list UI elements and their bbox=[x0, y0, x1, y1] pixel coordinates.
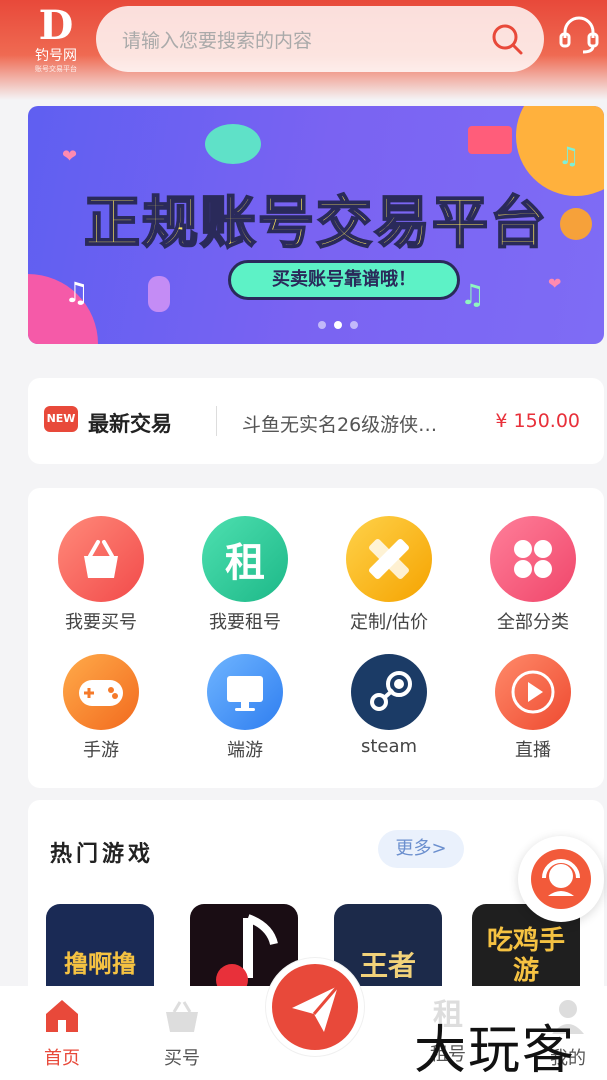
category-label: steam bbox=[360, 736, 418, 757]
svg-text:❤: ❤ bbox=[548, 274, 561, 293]
steam-icon bbox=[370, 671, 412, 711]
latest-trade-item[interactable]: 斗鱼无实名26级游侠… bbox=[242, 410, 472, 437]
latest-trade-price: ¥ 150.00 bbox=[495, 410, 580, 432]
category-live[interactable]: 直播 bbox=[468, 654, 598, 762]
category-label: 手游 bbox=[83, 740, 119, 761]
category-label: 我要买号 bbox=[65, 612, 137, 633]
watermark-text: 大玩客 bbox=[414, 1021, 577, 1080]
floating-support-button[interactable] bbox=[518, 836, 604, 922]
app-logo[interactable]: D 钓号网 账号交易平台 bbox=[26, 6, 86, 78]
category-grid: 我要买号 租 我要租号 定制/估价 全部分类 手游 端游 steam 直播 bbox=[28, 488, 604, 788]
home-icon bbox=[46, 1000, 78, 1032]
logo-subtitle: 账号交易平台 bbox=[35, 65, 77, 73]
category-custom-valuation[interactable]: 定制/估价 bbox=[324, 516, 454, 634]
search-icon[interactable] bbox=[490, 22, 524, 56]
category-icon-wrap bbox=[346, 516, 432, 602]
basket-icon bbox=[166, 1001, 198, 1032]
category-icon-wrap bbox=[58, 516, 144, 602]
category-steam[interactable]: steam bbox=[324, 654, 454, 757]
banner-dot[interactable] bbox=[318, 321, 326, 329]
nav-buy[interactable]: 买号 bbox=[142, 996, 222, 1070]
header-bar: D 钓号网 账号交易平台 请输入您要搜索的内容 bbox=[0, 0, 607, 100]
banner-pill: 买卖账号靠谱哦！ bbox=[228, 260, 460, 300]
category-label: 全部分类 bbox=[497, 612, 569, 633]
category-all[interactable]: 全部分类 bbox=[468, 516, 598, 634]
hot-games-title: 热门游戏 bbox=[50, 842, 155, 867]
category-mobile-games[interactable]: 手游 bbox=[36, 654, 166, 762]
category-rent-account[interactable]: 租 我要租号 bbox=[180, 516, 310, 634]
banner-dot-active[interactable] bbox=[334, 321, 342, 329]
game-title: 吃鸡手游 bbox=[486, 926, 565, 986]
rent-icon: 租 bbox=[225, 540, 265, 586]
more-button[interactable]: 更多> bbox=[378, 830, 464, 868]
monitor-icon bbox=[227, 676, 263, 711]
nav-home[interactable]: 首页 bbox=[22, 996, 102, 1070]
promo-banner[interactable]: ❤ ❤ ♫ ♫ ♫ 正规账号交易平台 买卖账号靠谱哦！ bbox=[28, 106, 604, 344]
category-icon-wrap bbox=[490, 516, 576, 602]
svg-text:❤: ❤ bbox=[62, 146, 77, 167]
category-label: 我要租号 bbox=[209, 612, 281, 633]
divider bbox=[216, 406, 217, 436]
category-icon-wrap bbox=[207, 654, 283, 730]
svg-text:♫: ♫ bbox=[558, 142, 580, 170]
category-icon-wrap: 租 bbox=[202, 516, 288, 602]
latest-trade-label: 最新交易 bbox=[88, 412, 172, 436]
latest-trade-card[interactable]: NEW 最新交易 斗鱼无实名26级游侠… ¥ 150.00 bbox=[28, 378, 604, 464]
publish-button[interactable] bbox=[266, 958, 364, 1056]
banner-title: 正规账号交易平台 bbox=[83, 190, 548, 257]
basket-icon bbox=[84, 540, 118, 578]
grid-icon bbox=[514, 540, 552, 578]
category-buy-account[interactable]: 我要买号 bbox=[36, 516, 166, 634]
svg-text:♫: ♫ bbox=[64, 276, 89, 309]
support-agent-icon bbox=[531, 849, 591, 909]
category-pc-games[interactable]: 端游 bbox=[180, 654, 310, 762]
category-label: 端游 bbox=[227, 740, 263, 761]
banner-dot[interactable] bbox=[350, 321, 358, 329]
nav-label: 首页 bbox=[44, 1048, 80, 1069]
category-label: 定制/估价 bbox=[349, 612, 429, 633]
new-badge: NEW bbox=[44, 406, 78, 432]
banner-pagination bbox=[318, 314, 366, 329]
ruler-pencil-icon bbox=[369, 539, 409, 579]
category-label: 直播 bbox=[515, 740, 551, 761]
play-icon bbox=[511, 670, 555, 714]
logo-name: 钓号网 bbox=[35, 48, 77, 64]
gamepad-icon bbox=[79, 680, 123, 706]
category-icon-wrap bbox=[351, 654, 427, 730]
paper-plane-icon bbox=[292, 985, 340, 1032]
game-title: 撸啊撸 bbox=[64, 950, 136, 978]
svg-text:♫: ♫ bbox=[460, 278, 485, 311]
search-placeholder: 请输入您要搜索的内容 bbox=[122, 30, 313, 52]
category-icon-wrap bbox=[63, 654, 139, 730]
headset-icon[interactable] bbox=[557, 12, 601, 56]
category-icon-wrap bbox=[495, 654, 571, 730]
logo-mark: D bbox=[38, 2, 74, 49]
nav-label: 买号 bbox=[164, 1048, 200, 1069]
search-input[interactable]: 请输入您要搜索的内容 bbox=[96, 6, 544, 72]
